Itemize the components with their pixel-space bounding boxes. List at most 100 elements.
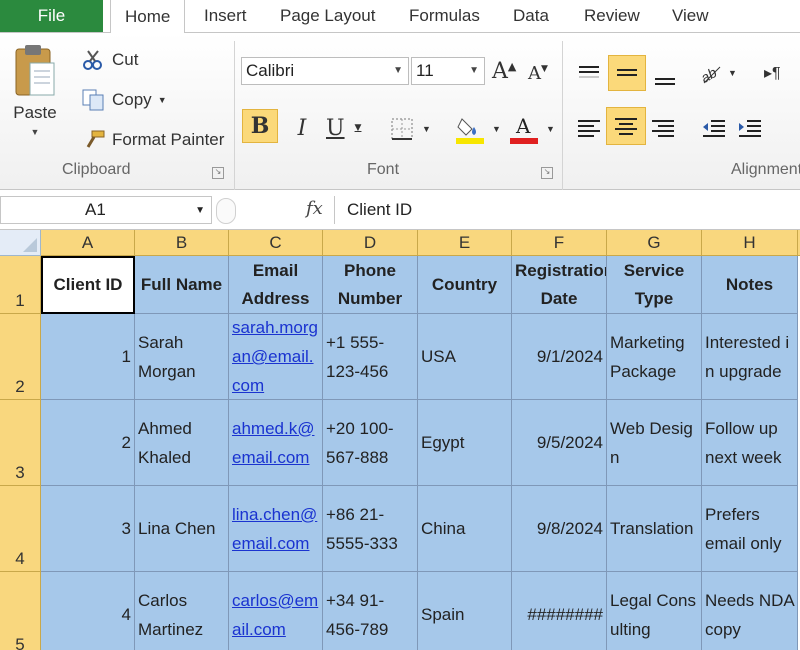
data-cell[interactable]: 4 <box>41 572 135 650</box>
header-cell[interactable]: Phone Number <box>323 256 418 314</box>
row-header-1[interactable]: 1 <box>0 256 41 314</box>
fill-color-button[interactable]: ▼ <box>454 113 501 145</box>
clipboard-dialog-launcher-icon[interactable]: ↘ <box>212 167 224 179</box>
email-link[interactable]: ahmed.k@email.com <box>232 414 319 472</box>
font-dialog-launcher-icon[interactable]: ↘ <box>541 167 553 179</box>
data-cell[interactable]: +86 21-5555-333 <box>323 486 418 572</box>
tab-review[interactable]: Review <box>584 0 640 32</box>
cut-button[interactable]: Cut <box>82 49 138 71</box>
data-cell[interactable]: Translation <box>607 486 702 572</box>
tab-data[interactable]: Data <box>513 0 549 32</box>
column-header-b[interactable]: B <box>135 230 229 256</box>
column-header-g[interactable]: G <box>607 230 702 256</box>
data-cell[interactable]: USA <box>418 314 512 400</box>
data-cell[interactable]: Follow up next week <box>702 400 798 486</box>
font-family-select[interactable]: Calibri ▼ <box>241 57 409 85</box>
paste-button[interactable]: Paste ▼ <box>12 41 58 137</box>
row-header-3[interactable]: 3 <box>0 400 41 486</box>
grow-font-button[interactable]: A ▲ <box>492 59 516 84</box>
data-cell[interactable]: Lina Chen <box>135 486 229 572</box>
italic-button[interactable]: I <box>290 111 314 145</box>
data-cell[interactable]: 2 <box>41 400 135 486</box>
data-cell[interactable]: +20 100-567-888 <box>323 400 418 486</box>
data-cell[interactable]: Egypt <box>418 400 512 486</box>
borders-button[interactable]: ▼ <box>390 117 431 141</box>
email-link[interactable]: carlos@email.com <box>232 586 319 644</box>
borders-dropdown-arrow[interactable]: ▼ <box>422 124 431 134</box>
font-color-button[interactable]: A ▼ <box>508 113 555 145</box>
data-cell[interactable]: Marketing Package <box>607 314 702 400</box>
column-header-d[interactable]: D <box>323 230 418 256</box>
shrink-font-button[interactable]: A ▼ <box>528 63 548 84</box>
email-link-cell[interactable]: sarah.morgan@email.com <box>229 314 323 400</box>
format-painter-button[interactable]: Format Painter <box>82 129 224 151</box>
header-cell[interactable]: Full Name <box>135 256 229 314</box>
data-cell[interactable]: Sarah Morgan <box>135 314 229 400</box>
align-bottom-button[interactable] <box>650 63 680 93</box>
column-header-c[interactable]: C <box>229 230 323 256</box>
data-cell[interactable]: Legal Consulting <box>607 572 702 650</box>
column-header-e[interactable]: E <box>418 230 512 256</box>
row-header-2[interactable]: 2 <box>0 314 41 400</box>
underline-dropdown-arrow[interactable]: ▼ <box>355 123 362 133</box>
data-cell[interactable]: Prefers email only <box>702 486 798 572</box>
orientation-button[interactable]: ab ▼ <box>698 61 737 85</box>
data-cell[interactable]: Ahmed Khaled <box>135 400 229 486</box>
data-cell[interactable]: Interested in upgrade <box>702 314 798 400</box>
bold-button[interactable]: B <box>242 109 278 143</box>
tab-file[interactable]: File <box>0 0 103 32</box>
align-top-button[interactable] <box>575 59 603 89</box>
header-cell[interactable]: Notes <box>702 256 798 314</box>
align-right-button[interactable] <box>648 113 678 143</box>
data-cell[interactable]: Needs NDA copy <box>702 572 798 650</box>
font-size-select[interactable]: 11 ▼ <box>411 57 485 85</box>
data-cell[interactable]: +34 91-456-789 <box>323 572 418 650</box>
header-cell[interactable]: Email Address <box>229 256 323 314</box>
data-cell[interactable]: ######## <box>512 572 607 650</box>
paste-dropdown-arrow[interactable]: ▼ <box>31 127 40 137</box>
email-link-cell[interactable]: lina.chen@email.com <box>229 486 323 572</box>
decrease-indent-button[interactable] <box>700 113 728 143</box>
chevron-down-icon[interactable]: ▼ <box>195 205 205 216</box>
tab-home[interactable]: Home <box>110 0 186 33</box>
formula-input[interactable]: Client ID <box>334 196 800 224</box>
email-link-cell[interactable]: carlos@email.com <box>229 572 323 650</box>
data-cell[interactable]: 9/5/2024 <box>512 400 607 486</box>
data-cell[interactable]: 9/1/2024 <box>512 314 607 400</box>
data-cell[interactable]: 1 <box>41 314 135 400</box>
header-cell[interactable]: Registration Date <box>512 256 607 314</box>
data-cell[interactable]: China <box>418 486 512 572</box>
data-cell[interactable]: 9/8/2024 <box>512 486 607 572</box>
tab-insert[interactable]: Insert <box>204 0 247 32</box>
data-cell[interactable]: Spain <box>418 572 512 650</box>
orientation-dropdown-arrow[interactable]: ▼ <box>728 68 737 78</box>
data-cell[interactable]: +1 555-123-456 <box>323 314 418 400</box>
font-color-dropdown-arrow[interactable]: ▼ <box>546 124 555 134</box>
email-link[interactable]: lina.chen@email.com <box>232 500 319 558</box>
data-cell[interactable]: Carlos Martinez <box>135 572 229 650</box>
copy-dropdown-arrow[interactable]: ▼ <box>158 95 167 105</box>
increase-indent-button[interactable] <box>736 113 764 143</box>
data-cell[interactable]: 3 <box>41 486 135 572</box>
insert-function-icon[interactable]: fx <box>306 198 323 219</box>
data-cell[interactable]: Web Design <box>607 400 702 486</box>
tab-formulas[interactable]: Formulas <box>409 0 480 32</box>
tab-page-layout[interactable]: Page Layout <box>280 0 375 32</box>
row-header-5[interactable]: 5 <box>0 572 41 650</box>
email-link-cell[interactable]: ahmed.k@email.com <box>229 400 323 486</box>
email-link[interactable]: sarah.morgan@email.com <box>232 314 319 399</box>
formula-bar-splitter[interactable] <box>216 198 236 224</box>
copy-button[interactable]: Copy ▼ <box>82 89 167 111</box>
align-center-button[interactable] <box>606 107 646 145</box>
row-header-4[interactable]: 4 <box>0 486 41 572</box>
underline-button[interactable]: U ▼ <box>326 111 361 145</box>
column-header-f[interactable]: F <box>512 230 607 256</box>
text-direction-button[interactable]: ▸¶ <box>764 63 781 83</box>
align-middle-button[interactable] <box>608 55 646 91</box>
header-cell[interactable]: Service Type <box>607 256 702 314</box>
header-cell[interactable]: Country <box>418 256 512 314</box>
name-box[interactable]: A1 ▼ <box>0 196 212 224</box>
active-cell[interactable]: Client ID <box>41 256 135 314</box>
tab-view[interactable]: View <box>672 0 709 32</box>
fill-color-dropdown-arrow[interactable]: ▼ <box>492 124 501 134</box>
